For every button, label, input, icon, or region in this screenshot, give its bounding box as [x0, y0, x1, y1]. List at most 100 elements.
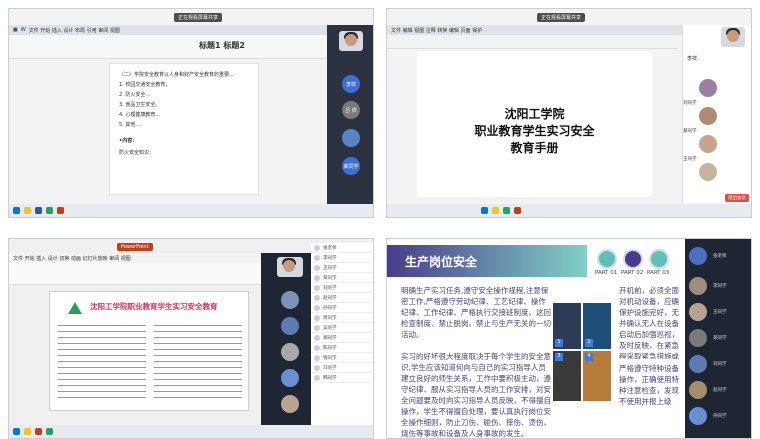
slide-text-block: [154, 320, 242, 402]
ppt-icon[interactable]: [57, 207, 64, 214]
ppt-icon[interactable]: [35, 428, 42, 435]
participant-name: 某同学: [683, 129, 697, 134]
participant-name: 王同学: [683, 157, 697, 162]
participant-avatar: 李祥: [342, 75, 360, 93]
participant-name: 王同学: [713, 310, 727, 315]
list-item[interactable]: 李同学: [311, 253, 373, 263]
image-number: 2: [585, 339, 593, 347]
list-item[interactable]: 刘同学: [311, 283, 373, 293]
slide-canvas: 沈阳工学院职业教育学生实习安全教育: [49, 291, 249, 411]
participant-list: [682, 25, 751, 203]
word-titlebar: ■ W 文件 开始 插入 设计 布局 引用 审阅 视图: [9, 25, 373, 35]
list-item[interactable]: 周同学: [311, 313, 373, 323]
start-icon[interactable]: [13, 428, 20, 435]
list-item[interactable]: 韩同学: [311, 373, 373, 383]
participant-avatar: [699, 135, 717, 153]
participant-avatar: [689, 303, 707, 321]
chrome-icon[interactable]: [46, 207, 53, 214]
windows-taskbar: [9, 425, 373, 438]
participant-name: 刘同学: [683, 101, 697, 106]
participant-avatar: 吕 祥: [342, 101, 360, 119]
doc-heading: •内容：: [119, 138, 138, 144]
slide-paragraph: 严格遵守特种设备操作，正确使用特种注意检查，发现不使用并报上级: [619, 364, 679, 406]
screen-share-panel-slide: 生产岗位安全 PART 01 PART 02 PART 03 明确生产实习任务,…: [386, 238, 752, 439]
chrome-icon[interactable]: [46, 428, 53, 435]
windows-taskbar: [387, 204, 751, 217]
list-item[interactable]: 吴同学: [311, 323, 373, 333]
participant-camera: [339, 31, 363, 51]
list-item[interactable]: 某同学: [311, 273, 373, 283]
slide-paragraph: 开机前，必须全面对机动设备，应确保护设施完好，无并确认无人在设备启动后加强巡视，…: [619, 286, 679, 359]
doc-title-school: 沈阳工学院: [504, 107, 565, 121]
member-list-window: 张老师 李同学 王同学 某同学 刘同学 赵同学 孙同学 周同学 吴同学 郑同学 …: [311, 243, 373, 428]
screen-share-panel-handbook: 正在观看屏幕共享 文件 编辑 视图 注释 转换 编辑 页面 保护 沈阳工学院 职…: [386, 8, 752, 218]
participant-avatar: [689, 355, 707, 373]
list-item[interactable]: 孙同学: [311, 303, 373, 313]
participant-avatar: [281, 317, 299, 335]
participant-avatar: [281, 369, 299, 387]
participant-name: 孙同学: [713, 414, 727, 419]
participant-avatar: [689, 381, 707, 399]
slide-paragraph: 实习的好坏很大程度取决于每个学生的安全意识,学生应该知道何向与自己的实习指导人员…: [401, 352, 551, 437]
list-item[interactable]: 冯同学: [311, 363, 373, 373]
part-01-icon: [597, 249, 617, 269]
image-number: 4: [585, 353, 593, 361]
list-item[interactable]: 张老师: [311, 243, 373, 253]
participant-avatar: 某同学: [342, 157, 360, 175]
participant-avatar: [689, 247, 707, 265]
doc-line: 5. 其他...: [119, 122, 141, 128]
folder-icon[interactable]: [492, 207, 499, 214]
folder-icon[interactable]: [24, 428, 31, 435]
start-icon[interactable]: [13, 207, 20, 214]
list-item[interactable]: 赵同学: [311, 293, 373, 303]
list-item[interactable]: 王同学: [311, 263, 373, 273]
participant-avatar: [281, 395, 299, 413]
start-icon[interactable]: [481, 207, 488, 214]
image-number: 1: [555, 339, 563, 347]
doc-line: （二）学院安全教育以人身和财产安全教育的重要...: [119, 72, 234, 78]
pdf-icon[interactable]: [514, 207, 521, 214]
share-status-badge: 正在观看屏幕共享: [537, 13, 586, 22]
tree-icon: [68, 302, 82, 314]
part-label: PART 03: [647, 270, 670, 276]
slide-title: 生产岗位安全: [405, 255, 478, 269]
participant-avatar: [689, 277, 707, 295]
image-number: 3: [555, 353, 563, 361]
part-label: PART 01: [595, 270, 618, 276]
doc-line: 2. 防火安全...: [119, 92, 151, 98]
reader-ribbon: [387, 35, 677, 49]
doc-line: 4. 心理健康教育...: [119, 112, 161, 118]
slide-text-block: [58, 320, 146, 402]
doc-title-sub: 教育手册: [510, 141, 559, 155]
windows-taskbar: [9, 204, 373, 217]
participant-camera: [721, 27, 745, 47]
screen-share-panel-word: 正在观看屏幕共享 ■ W 文件 开始 插入 设计 布局 引用 审阅 视图 标题1 标…: [8, 8, 374, 218]
participant-avatar: [689, 329, 707, 347]
word-ribbon: 标题1 标题2: [9, 35, 327, 59]
doc-line: 3. 食品卫生安全。: [119, 102, 161, 108]
share-status-badge: 正在观看屏幕共享: [174, 13, 223, 22]
list-item[interactable]: 陈同学: [311, 343, 373, 353]
participant-avatar: [342, 129, 360, 147]
doc-subheading: 防火安全知识：: [119, 150, 155, 156]
participant-avatar: [699, 79, 717, 97]
screen-share-panel-ppt: PowerPoint 文件 开始 插入 设计 切换 动画 幻灯片放映 审阅 视图…: [8, 238, 374, 439]
list-item[interactable]: 钱同学: [311, 353, 373, 363]
ppt-toolbar: [9, 263, 261, 285]
slide-paragraph: 明确生产实习任务,遵守安全操作规程,注意保密工作,严格遵守劳动纪律、工艺纪律、操…: [401, 286, 551, 339]
chrome-icon[interactable]: [503, 207, 510, 214]
slide-title: 沈阳工学院职业教育学生实习安全教育: [90, 302, 218, 311]
participant-avatar: [281, 343, 299, 361]
folder-icon[interactable]: [24, 207, 31, 214]
list-item[interactable]: 郑同学: [311, 333, 373, 343]
part-02-icon: [623, 249, 643, 269]
leave-meeting-button[interactable]: 退出会议: [725, 194, 749, 202]
part-03-icon: [649, 249, 669, 269]
participant-name: 刘同学: [713, 362, 727, 367]
participant-name: 李祥: [687, 56, 698, 62]
participant-avatar: [699, 163, 717, 181]
participant-name: 某同学: [713, 336, 727, 341]
participant-camera: [277, 257, 303, 277]
heading-style-preview[interactable]: 标题1 标题2: [199, 40, 245, 51]
word-icon[interactable]: [35, 207, 42, 214]
